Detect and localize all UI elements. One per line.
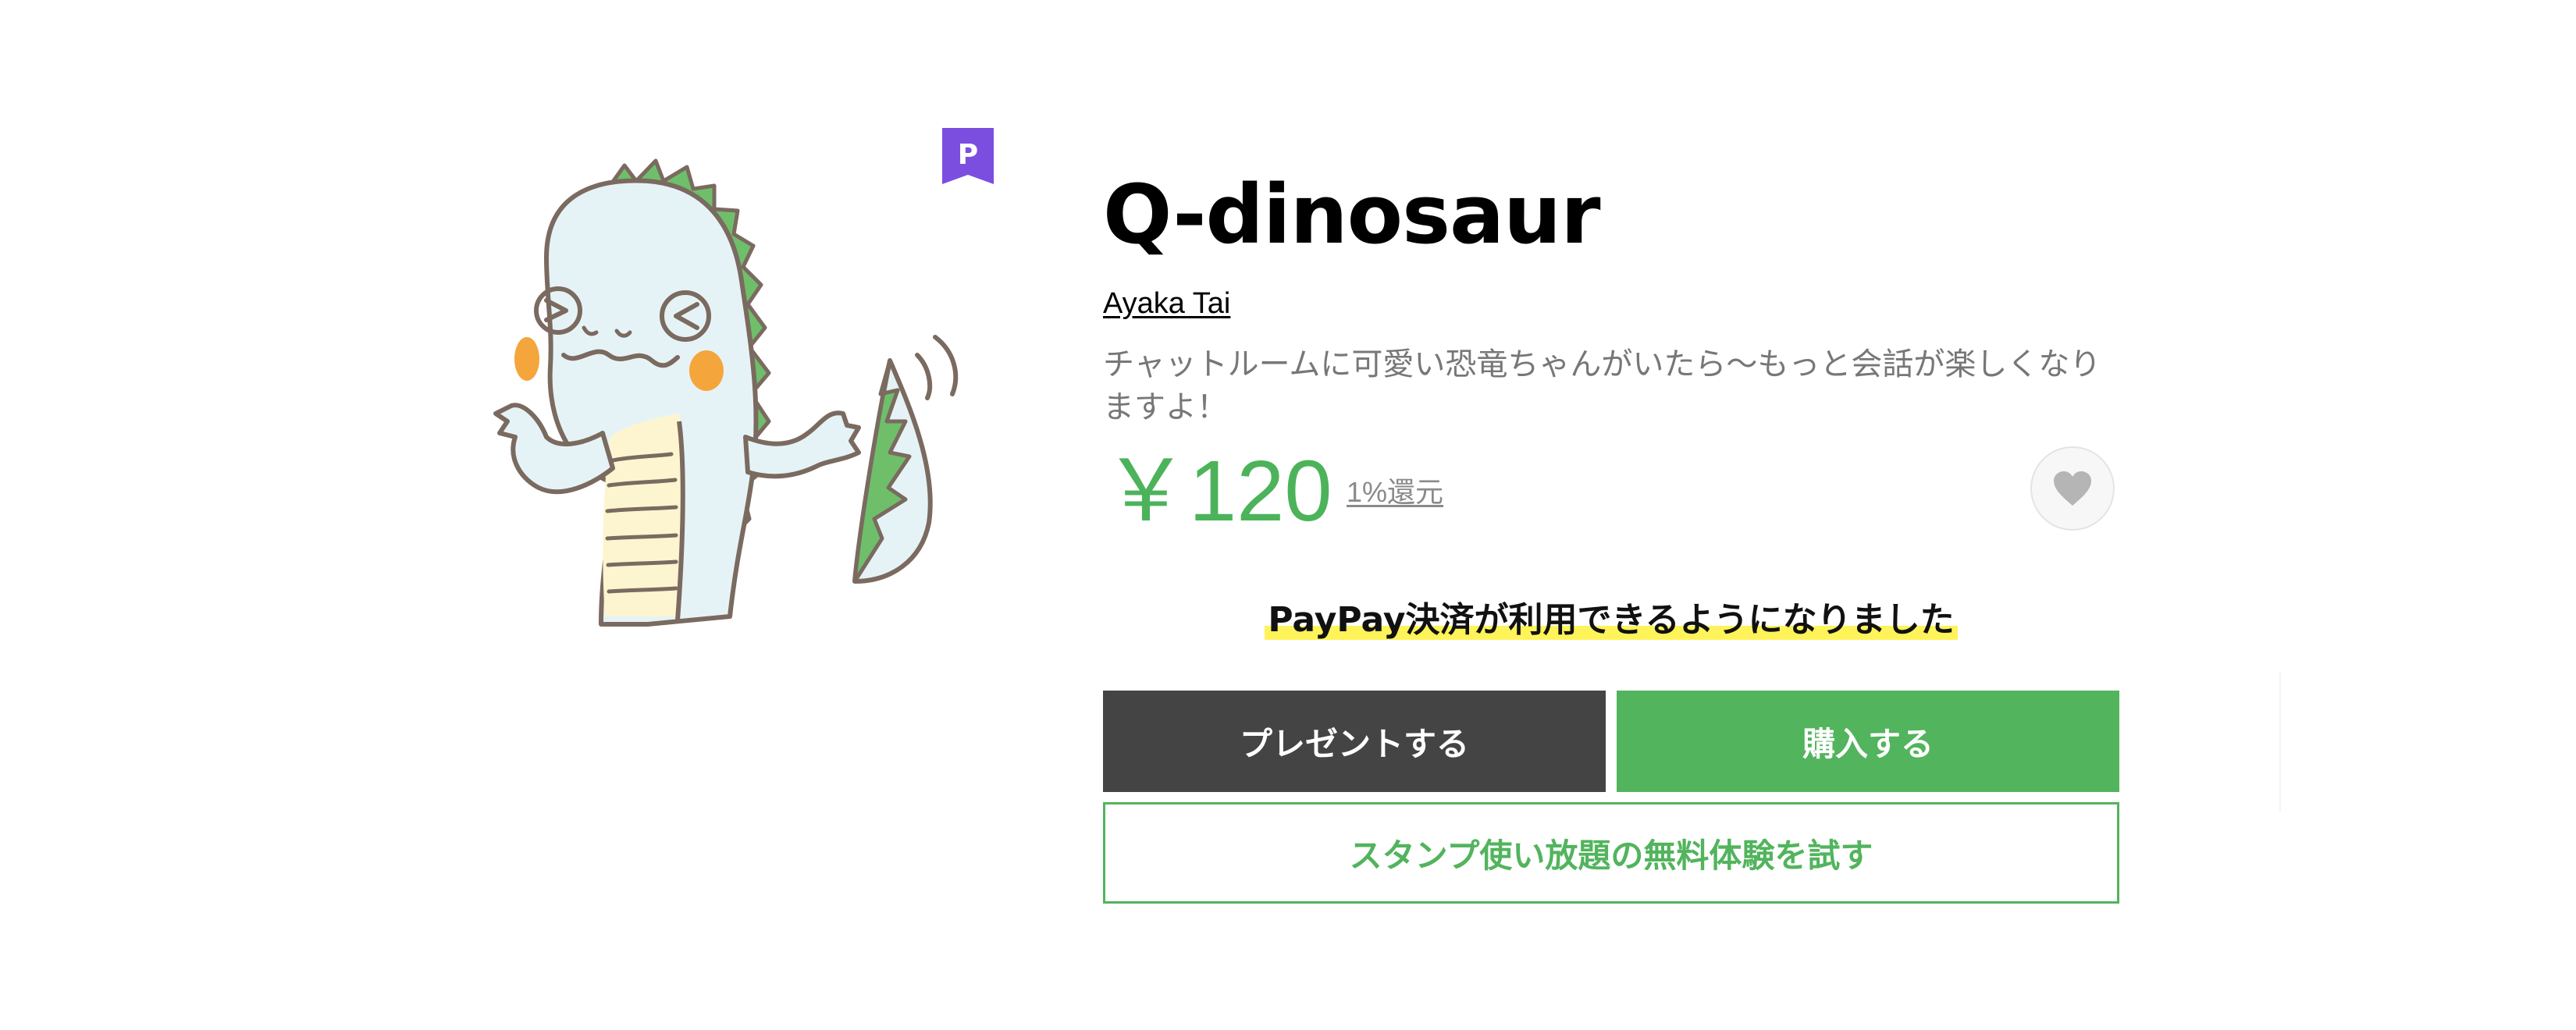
rebate-link[interactable]: 1%還元 [1347, 473, 1443, 512]
sticker-main-image [468, 117, 1007, 648]
buy-button[interactable]: 購入する [1617, 691, 2119, 792]
sticker-info-panel: Q-dinosaur Ayaka Tai チャットルームに可愛い恐竜ちゃんがいた… [1103, 0, 2119, 1030]
paypay-notice: PayPay決済が利用できるようになりました [1103, 597, 2119, 644]
sticker-description: チャットルームに可愛い恐竜ちゃんがいたら〜もっと会話が楽しくなりますよ！ [1103, 346, 2101, 425]
premium-badge-label: P [958, 139, 978, 171]
author-link[interactable]: Ayaka Tai [1103, 284, 1230, 323]
price: ￥120 [1103, 443, 1332, 539]
gift-button[interactable]: プレゼントする [1103, 691, 1606, 792]
heart-icon [2054, 471, 2091, 506]
price-row: ￥120 1%還元 [1103, 437, 2118, 546]
sticker-title: Q-dinosaur [1103, 167, 1600, 262]
premium-badge-icon: P [939, 125, 997, 187]
free-trial-button[interactable]: スタンプ使い放題の無料体験を試す [1103, 802, 2119, 904]
paypay-notice-text: PayPay決済が利用できるようになりました [1265, 597, 1958, 644]
divider [2279, 671, 2281, 812]
favorite-button[interactable] [2030, 446, 2115, 531]
